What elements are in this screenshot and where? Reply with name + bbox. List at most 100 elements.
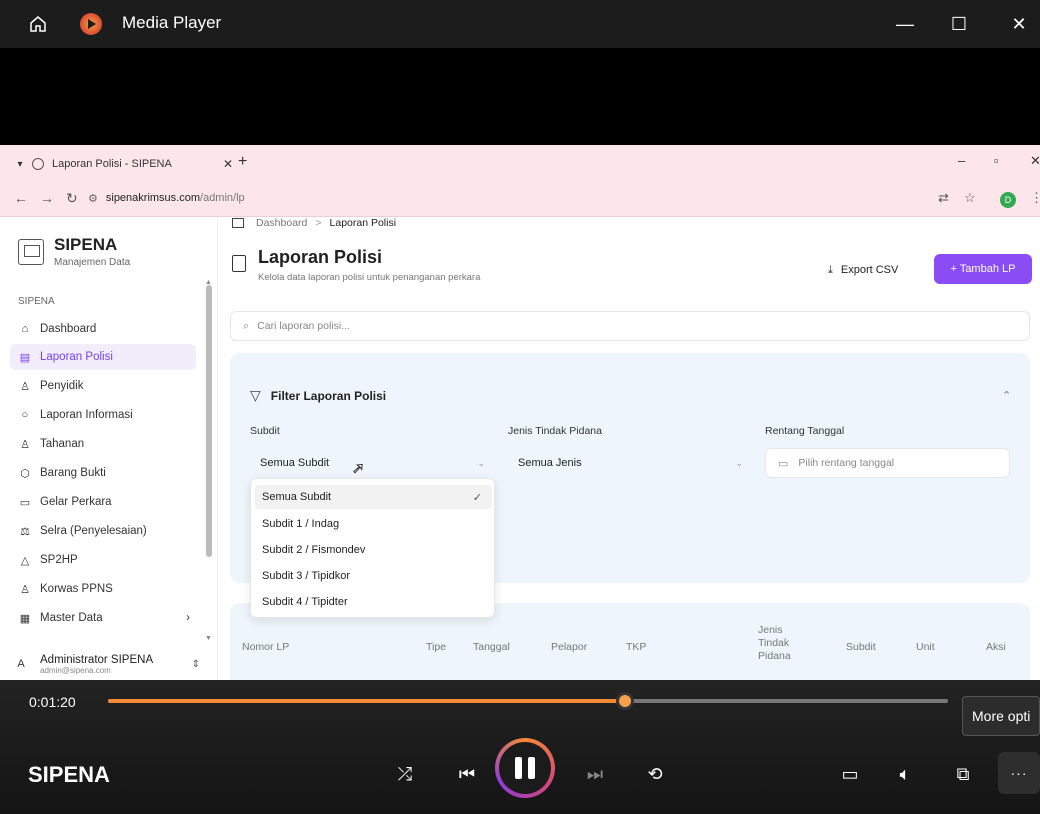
subdit-option[interactable]: Subdit 1 / Indag: [255, 512, 492, 536]
sidebar-item-laporan-informasi[interactable]: ○ Laporan Informasi: [10, 402, 196, 428]
subdit-option[interactable]: Subdit 3 / Tipidkor: [255, 564, 492, 588]
back-icon[interactable]: ←: [14, 190, 28, 206]
url-field[interactable]: ⚙ sipenakrimsus.com/admin/lp: [88, 187, 245, 209]
user-name: Administrator SIPENA: [40, 653, 154, 666]
sidebar-item-label: SP2HP: [40, 554, 78, 566]
profile-avatar[interactable]: D: [1000, 192, 1016, 208]
subdit-option-label: Subdit 4 / Tipidter: [262, 596, 348, 608]
breadcrumb-dashboard[interactable]: Dashboard: [256, 217, 307, 229]
subdit-option-label: Semua Subdit: [262, 491, 332, 503]
chevron-up-icon[interactable]: ⌃: [1002, 389, 1011, 402]
minimize-button[interactable]: —: [882, 0, 928, 48]
user-icon: ♙: [20, 380, 30, 393]
shuffle-icon[interactable]: ⤮: [390, 759, 420, 789]
subdit-option[interactable]: Semua Subdit ✓: [255, 485, 492, 509]
seek-bar[interactable]: [108, 692, 948, 710]
breadcrumb-separator: >: [315, 217, 322, 229]
page-subtitle: Kelola data laporan polisi untuk penanga…: [258, 272, 481, 283]
close-button[interactable]: ✕: [996, 0, 1040, 48]
sidebar-item-dashboard[interactable]: ⌂ Dashboard: [10, 316, 196, 342]
sidebar-item-label: Penyidik: [40, 380, 84, 392]
sidebar-item-sp2hp[interactable]: △ SP2HP: [10, 547, 196, 573]
column-header-tanggal[interactable]: Tanggal: [473, 641, 510, 654]
maximize-button[interactable]: ☐: [936, 0, 982, 48]
seek-handle[interactable]: [615, 692, 634, 710]
chevron-up-down-icon[interactable]: ⇕: [192, 659, 200, 670]
column-header-jenis-tindak-pidana[interactable]: Jenis Tindak Pidana: [758, 624, 806, 663]
browser-restore-icon[interactable]: ▫: [994, 153, 999, 168]
browser-minimize-icon[interactable]: –: [958, 153, 965, 168]
new-tab-icon[interactable]: +: [238, 153, 247, 171]
breadcrumb: Dashboard > Laporan Polisi: [232, 217, 396, 229]
tab-list-icon[interactable]: ▾: [8, 159, 32, 170]
volume-icon[interactable]: 🔈︎: [890, 759, 920, 789]
column-header-tipe[interactable]: Tipe: [426, 641, 446, 654]
subdit-label: Subdit: [250, 425, 280, 437]
subtitles-icon[interactable]: ▭: [835, 759, 865, 789]
subdit-option[interactable]: Subdit 4 / Tipidter: [255, 590, 492, 614]
sidebar-group-label: SIPENA: [18, 296, 55, 307]
translate-icon[interactable]: ⇄: [938, 190, 949, 206]
sidebar-item-laporan-polisi[interactable]: ▤ Laporan Polisi: [10, 344, 196, 370]
browser-video-frame: ▾ Laporan Polisi - SIPENA ✕ + – ▫ ✕ ← → …: [0, 145, 1040, 680]
subdit-option[interactable]: Subdit 2 / Fismondev: [255, 538, 492, 562]
column-header-subdit[interactable]: Subdit: [846, 641, 876, 654]
repeat-off-icon[interactable]: ⟲: [640, 759, 670, 789]
previous-icon[interactable]: ⏮: [452, 759, 482, 789]
browser-close-icon[interactable]: ✕: [1030, 153, 1040, 169]
subdit-option-label: Subdit 1 / Indag: [262, 518, 340, 530]
mini-player-icon[interactable]: ⧉: [948, 759, 978, 789]
tab-close-icon[interactable]: ✕: [223, 157, 233, 171]
browser-tab[interactable]: ▾ Laporan Polisi - SIPENA ✕: [8, 149, 233, 179]
user-email: admin@sipena.com: [40, 665, 111, 675]
column-header-pelapor[interactable]: Pelapor: [551, 641, 587, 654]
database-icon: ▦: [19, 612, 31, 625]
pause-button[interactable]: [495, 738, 555, 798]
sidebar-item-korwas-ppns[interactable]: ♙ Korwas PPNS: [10, 576, 196, 602]
browser-menu-icon[interactable]: ⋮: [1030, 190, 1040, 206]
sidebar-item-tahanan[interactable]: ♙ Tahanan: [10, 431, 196, 457]
sidebar-item-barang-bukti[interactable]: ⬡ Barang Bukti: [10, 460, 196, 486]
filter-icon: ▽: [250, 387, 261, 403]
home-icon: ⌂: [21, 323, 29, 335]
search-input[interactable]: ⌕ Cari laporan polisi...: [230, 311, 1030, 341]
subdit-select-value: Semua Subdit: [260, 457, 330, 469]
site-info-icon[interactable]: ⚙: [88, 192, 98, 205]
sidebar-item-gelar-perkara[interactable]: ▭ Gelar Perkara: [10, 489, 196, 515]
app-title: Media Player: [122, 13, 222, 32]
chevron-down-icon: ⌄: [477, 457, 485, 468]
document-icon: ▤: [19, 351, 31, 364]
reload-icon[interactable]: ↻: [66, 190, 78, 207]
column-header-unit[interactable]: Unit: [916, 641, 935, 654]
filter-header[interactable]: ▽ Filter Laporan Polisi: [250, 387, 386, 404]
sidebar-item-label: Master Data: [40, 612, 103, 624]
subdit-option-label: Subdit 3 / Tipidkor: [262, 570, 351, 582]
forward-icon[interactable]: →: [40, 190, 54, 206]
home-icon[interactable]: [28, 14, 48, 34]
sidebar-item-label: Korwas PPNS: [40, 583, 113, 595]
next-icon[interactable]: ⏭: [580, 759, 610, 789]
sidebar-item-penyidik[interactable]: ♙ Penyidik: [10, 373, 196, 399]
bookmark-star-icon[interactable]: ☆: [964, 190, 976, 206]
column-header-nomor-lp[interactable]: Nomor LP: [242, 641, 289, 654]
scroll-down-icon[interactable]: ▼: [205, 635, 212, 642]
download-icon: ⤓: [828, 263, 833, 276]
media-player-window: Media Player — ☐ ✕ ▾ Laporan Polisi - SI…: [0, 0, 1040, 814]
add-lp-button[interactable]: + Tambah LP: [934, 254, 1032, 284]
tab-strip: ▾ Laporan Polisi - SIPENA ✕ + – ▫ ✕: [0, 145, 1040, 179]
sidebar-scrollbar[interactable]: [206, 285, 212, 557]
user-menu[interactable]: A Administrator SIPENA admin@sipena.com …: [10, 649, 200, 679]
export-csv-label: Export CSV: [840, 264, 899, 276]
sidebar-item-selra[interactable]: ⚖ Selra (Penyelesaian): [10, 518, 196, 544]
jenis-select[interactable]: Semua Jenis ⌄: [508, 448, 753, 478]
subdit-select[interactable]: Semua Subdit ⌄: [250, 448, 495, 478]
chevron-right-icon: ›: [186, 612, 190, 624]
column-header-tkp[interactable]: TKP: [626, 641, 646, 654]
date-range-input[interactable]: ▭ Pilih rentang tanggal: [765, 448, 1010, 478]
sidebar-toggle-icon[interactable]: [232, 218, 244, 228]
sidebar-item-label: Selra (Penyelesaian): [40, 525, 147, 537]
sidebar-item-master-data[interactable]: ▦ Master Data ›: [10, 605, 196, 631]
export-csv-button[interactable]: ⤓ Export CSV: [816, 255, 911, 285]
track-title: SIPENA: [28, 762, 110, 787]
more-options-button[interactable]: ···: [998, 752, 1040, 794]
